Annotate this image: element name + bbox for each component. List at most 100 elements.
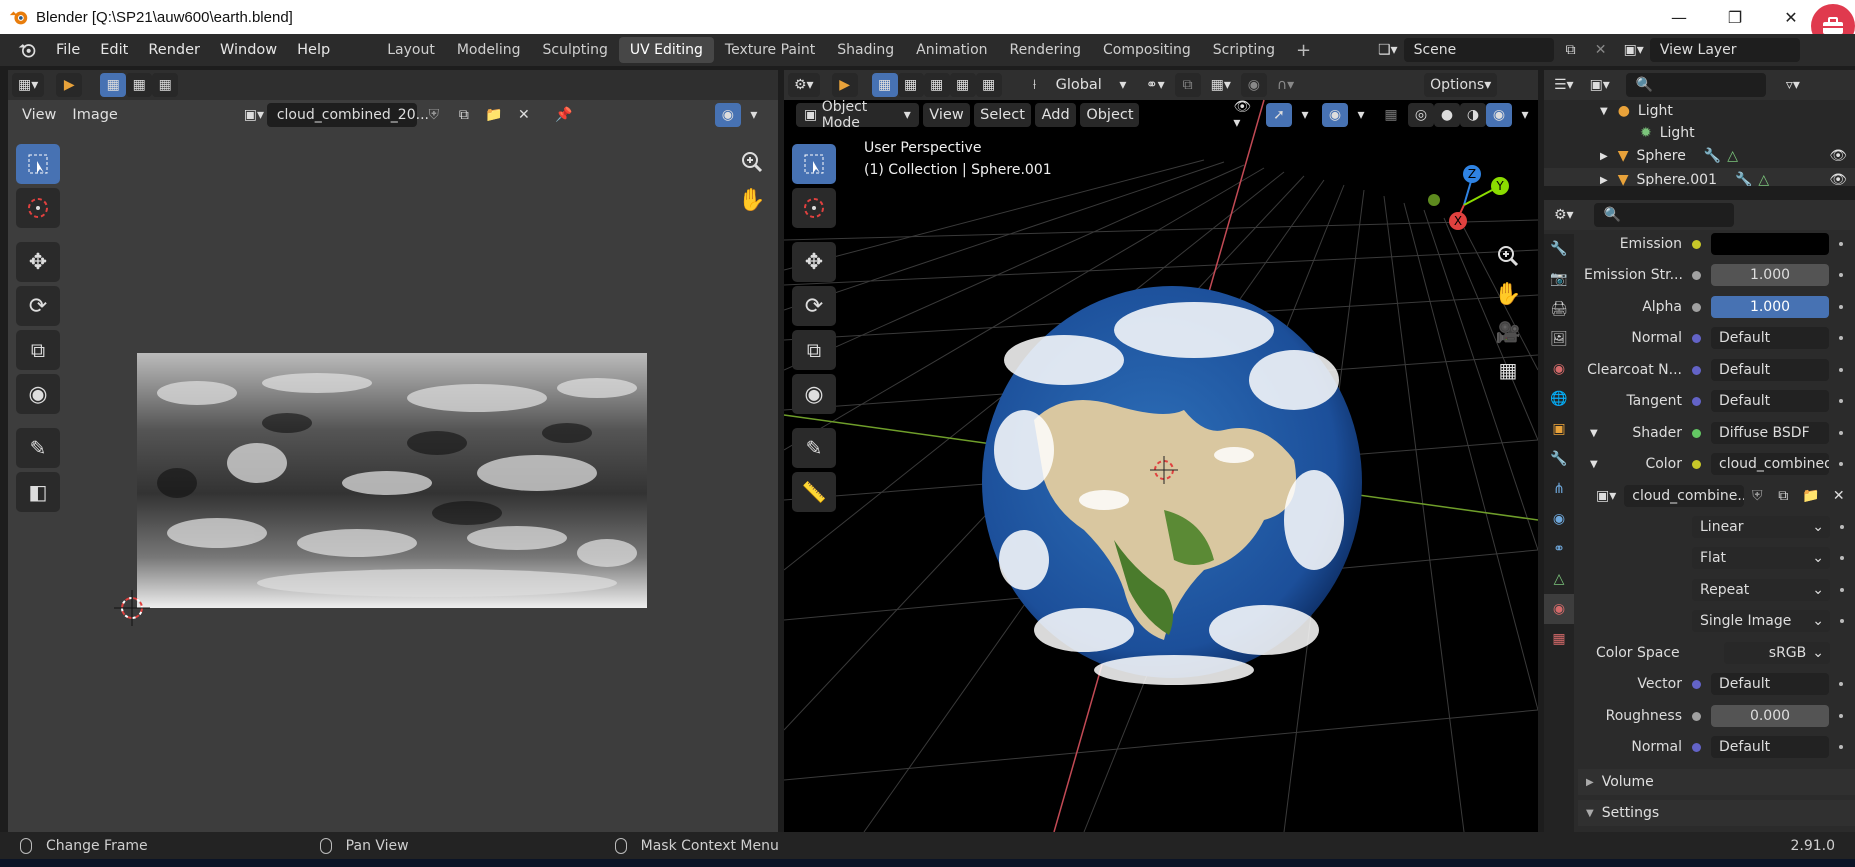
uv-menu-view[interactable]: View [14,107,64,123]
keyframe-dot-icon[interactable] [1839,305,1843,309]
keyframe-dot-icon[interactable] [1840,588,1844,592]
color-space-dropdown[interactable]: sRGB ⌄ [1724,642,1830,664]
menu-help[interactable]: Help [287,42,340,58]
view-layer-tab-icon[interactable]: 🖼 [1544,324,1574,354]
unlink-image-icon[interactable]: ✕ [1826,484,1852,508]
uv-image-editor[interactable]: ▦▾ ▶ ▦ ▦ ▦ View Image ▣▾ cloud_combined_… [8,70,778,832]
modifier-tab-icon[interactable]: 🔧 [1544,444,1574,474]
mesh-data-icon[interactable]: △ [1727,148,1738,164]
emission-color-field[interactable] [1711,233,1829,255]
tab-animation[interactable]: Animation [905,37,998,63]
scene-tab-icon[interactable]: ◉ [1544,354,1574,384]
extension-dropdown[interactable]: Repeat ⌄ [1692,579,1830,601]
normal-field[interactable]: Default [1711,327,1829,349]
projection-dropdown[interactable]: Flat ⌄ [1692,547,1830,569]
3d-viewport[interactable]: ⚙▾ ▶ ▦ ▦ ▦ ▦ ▦ ⟊ Global ▾ ⚭▾ ⧉ ▦▾ ◉ ∩▾ O… [784,70,1538,832]
vp-pan-hand-icon[interactable]: ✋ [1490,276,1526,312]
outliner-item-light-data[interactable]: ✹ Light [1544,122,1855,144]
menu-window[interactable]: Window [210,42,287,58]
keyframe-dot-icon[interactable] [1840,525,1844,529]
tangent-field[interactable]: Default [1711,390,1829,412]
scene-icon[interactable]: ❑▾ [1372,38,1404,62]
tab-uv-editing[interactable]: UV Editing [618,37,714,63]
menu-file[interactable]: File [46,42,90,58]
menu-edit[interactable]: Edit [90,42,138,58]
uv-overlay-icon[interactable]: ◉ [714,103,741,127]
transform-tool-icon[interactable]: ◉ [16,374,60,414]
expand-arrow-icon[interactable]: ▶ [1600,175,1608,186]
constraints-tab-icon[interactable]: ⚭ [1544,534,1574,564]
uv-menu-image[interactable]: Image [64,107,125,123]
visibility-eye-icon[interactable]: 👁 [1829,148,1847,164]
keyframe-dot-icon[interactable] [1839,273,1843,277]
keyframe-dot-icon[interactable] [1839,745,1843,749]
normal2-field[interactable]: Default [1711,736,1829,758]
vp-move-tool-icon[interactable]: ✥ [792,242,836,282]
face-select-icon[interactable]: ▦ [152,73,179,97]
expand-arrow-icon[interactable]: ▶ [1600,151,1608,162]
vector-field[interactable]: Default [1711,673,1829,695]
texture-tab-icon[interactable]: ▦ [1544,624,1574,654]
keyframe-dot-icon[interactable] [1839,368,1843,372]
edge-select-icon[interactable]: ▦ [126,73,153,97]
menu-render[interactable]: Render [138,42,210,58]
vp-cursor-tool-icon[interactable] [792,188,836,228]
view-layer-field[interactable]: View Layer [1649,38,1800,62]
cursor-tool-icon[interactable] [16,188,60,228]
display-mode-icon[interactable]: ▣▾ [1584,73,1616,97]
keyframe-dot-icon[interactable] [1839,462,1843,466]
vertex-select-icon[interactable]: ▦ [100,73,127,97]
tab-modeling[interactable]: Modeling [446,37,532,63]
unlink-image-icon[interactable]: ✕ [511,103,537,127]
outliner-editor-type-icon[interactable]: ☰▾ [1548,73,1580,97]
render-tab-icon[interactable]: 📷 [1544,264,1574,294]
keyframe-dot-icon[interactable] [1839,399,1843,403]
properties-search-input[interactable]: 🔍 [1593,203,1734,227]
tab-compositing[interactable]: Compositing [1092,37,1202,63]
keyframe-dot-icon[interactable] [1839,431,1843,435]
tab-shading[interactable]: Shading [826,37,905,63]
editor-type-icon[interactable]: ▦▾ [12,73,45,97]
vp-scale-tool-icon[interactable]: ⧉ [792,330,836,370]
tab-layout[interactable]: Layout [376,37,446,63]
zoom-view-icon[interactable] [734,144,770,180]
new-image-icon[interactable]: ⧉ [451,103,477,127]
image-name-field[interactable]: cloud_combined_20... [266,103,429,127]
vp-zoom-icon[interactable] [1490,238,1526,274]
color-collapse-icon[interactable]: ▼ [1584,459,1604,470]
vp-annotate-tool-icon[interactable]: ✎ [792,428,836,468]
outliner-item-sphere001[interactable]: ▶ ▼ Sphere.001 🔧 △ 👁 [1544,168,1855,186]
clearcoat-normal-field[interactable]: Default [1711,359,1829,381]
select-box-tool-icon[interactable] [16,144,60,184]
keyframe-dot-icon[interactable] [1839,714,1843,718]
scale-tool-icon[interactable]: ⧉ [16,330,60,370]
shader-field[interactable]: Diffuse BSDF [1711,422,1829,444]
roughness-field[interactable]: 0.000 [1711,705,1829,727]
overlay-dropdown-icon[interactable]: ▾ [741,103,767,127]
tab-rendering[interactable]: Rendering [999,37,1093,63]
outliner[interactable]: ☰▾ ▣▾ 🔍 ▿▾ ▼ ● Light ✹ Light ▶ ▼ Sphere 🔧 △ 👁 ▶ ▼… [1544,70,1855,186]
new-scene-icon[interactable]: ⧉ [1558,38,1584,62]
alpha-field[interactable]: 1.000 [1711,296,1829,318]
add-workspace-button[interactable]: + [1286,40,1321,61]
outliner-filter-icon[interactable]: ▿▾ [1780,73,1806,97]
annotate-tool-icon[interactable]: ✎ [16,428,60,468]
vp-select-box-tool-icon[interactable] [792,144,836,184]
tab-scripting[interactable]: Scripting [1202,37,1286,63]
new-image-icon[interactable]: ⧉ [1770,484,1796,508]
color-field[interactable]: cloud_combined_... [1711,453,1829,475]
pin-icon[interactable]: 📌 [551,103,577,127]
properties-editor[interactable]: ⚙▾ 🔍 🔧 📷 🖨 🖼 ◉ 🌐 ▣ 🔧 ⋔ ◉ ⚭ △ ◉ ▦ Emissio… [1544,200,1855,832]
emission-strength-field[interactable]: 1.000 [1711,264,1829,286]
vp-rotate-tool-icon[interactable]: ⟳ [792,286,836,326]
object-tab-icon[interactable]: ▣ [1544,414,1574,444]
open-image-folder-icon[interactable]: 📁 [481,103,507,127]
outliner-search-input[interactable]: 🔍 [1625,73,1766,97]
measure-tool-icon[interactable]: 📏 [792,472,836,512]
rotate-tool-icon[interactable]: ⟳ [16,286,60,326]
source-dropdown[interactable]: Single Image ⌄ [1692,610,1830,632]
vp-transform-tool-icon[interactable]: ◉ [792,374,836,414]
keyframe-dot-icon[interactable] [1840,556,1844,560]
pan-view-hand-icon[interactable]: ✋ [734,182,770,218]
interpolation-dropdown[interactable]: Linear ⌄ [1692,516,1830,538]
